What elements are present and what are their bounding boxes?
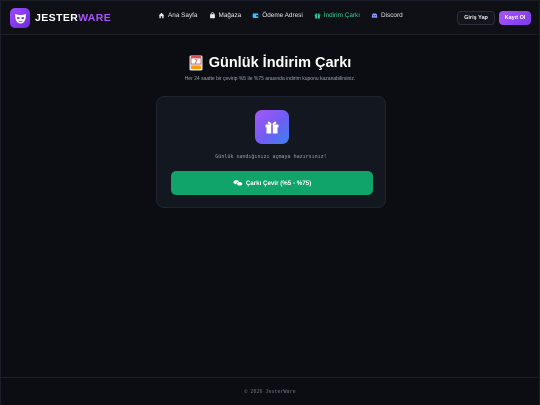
- nav-item-payment[interactable]: Ödeme Adresi: [252, 12, 303, 19]
- brand-name-part2: WARE: [78, 12, 112, 24]
- nav-links: Ana Sayfa Mağaza Ödeme Adresi İndirim Ça…: [158, 12, 414, 19]
- brand[interactable]: JESTERWARE: [10, 8, 111, 28]
- nav-item-label: Ödeme Adresi: [262, 12, 303, 19]
- discord-icon: [371, 13, 378, 19]
- nav-item-label: Ana Sayfa: [168, 12, 198, 19]
- coins-icon: [233, 180, 243, 187]
- login-button[interactable]: Giriş Yap: [457, 11, 495, 25]
- ready-message: Günlük sandığınızı açmaya hazırsınız!: [215, 154, 327, 160]
- home-icon: [158, 12, 165, 19]
- navbar: JESTERWARE Ana Sayfa Mağaza Ödeme Adresi…: [1, 1, 539, 35]
- page: JESTERWARE Ana Sayfa Mağaza Ödeme Adresi…: [0, 0, 540, 405]
- gift-icon: [314, 13, 321, 19]
- wallet-icon: [252, 13, 259, 18]
- register-button[interactable]: Kayıt Ol: [499, 11, 531, 25]
- gift-icon: [255, 110, 289, 144]
- bag-icon: [209, 12, 215, 19]
- page-header: 7 Günlük İndirim Çarkı: [1, 55, 539, 71]
- nav-item-discount-wheel[interactable]: İndirim Çarkı: [314, 12, 360, 19]
- nav-item-discord[interactable]: Discord: [371, 12, 403, 19]
- mask-icon: [10, 8, 30, 28]
- footer: © 2026 JesterWare: [1, 377, 539, 405]
- spin-wheel-button-label: Çarkı Çevir (%5 - %75): [245, 179, 312, 187]
- page-subtitle: Her 24 saatte bir çevirip %5 ile %75 ara…: [184, 76, 356, 82]
- svg-text:7: 7: [194, 59, 197, 65]
- nav-item-label: Discord: [380, 12, 403, 19]
- nav-item-label: İndirim Çarkı: [323, 12, 360, 19]
- slot-machine-icon: 7: [189, 55, 203, 71]
- brand-name: JESTERWARE: [35, 12, 111, 24]
- nav-item-label: Mağaza: [218, 12, 242, 19]
- nav-item-store[interactable]: Mağaza: [209, 12, 242, 19]
- brand-name-part1: JESTER: [35, 12, 79, 24]
- wheel-card: Günlük sandığınızı açmaya hazırsınız! Ça…: [156, 96, 386, 208]
- page-title: Günlük İndirim Çarkı: [208, 55, 352, 71]
- nav-item-home[interactable]: Ana Sayfa: [158, 12, 198, 19]
- spin-wheel-button[interactable]: Çarkı Çevir (%5 - %75): [171, 171, 373, 195]
- copyright-text: © 2026 JesterWare: [244, 388, 296, 395]
